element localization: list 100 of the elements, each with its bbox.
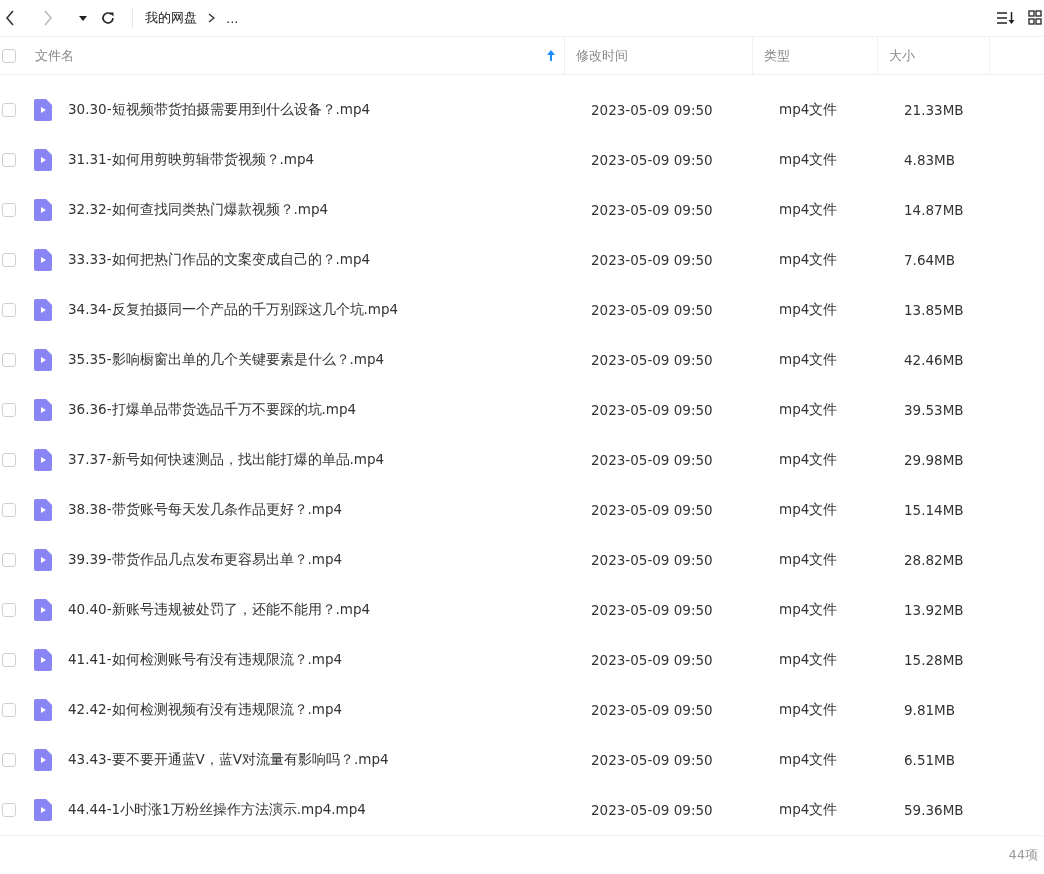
file-size: 39.53MB: [903, 402, 965, 418]
modified-time: 2023-05-09 09:50: [590, 202, 714, 218]
refresh-icon[interactable]: [100, 10, 116, 26]
video-file-icon: [34, 799, 52, 821]
row-checkbox[interactable]: [2, 403, 16, 417]
row-checkbox[interactable]: [2, 603, 16, 617]
video-file-icon: [34, 449, 52, 471]
file-size: 15.14MB: [903, 502, 965, 518]
file-name[interactable]: 37.37-新号如何快速测品，找出能打爆的单品.mp4: [68, 451, 580, 469]
video-file-icon: [34, 599, 52, 621]
modified-time: 2023-05-09 09:50: [590, 102, 714, 118]
sort-list-icon[interactable]: [996, 10, 1016, 26]
modified-time: 2023-05-09 09:50: [590, 502, 714, 518]
select-all-checkbox[interactable]: [2, 48, 16, 63]
breadcrumb-item[interactable]: 我的网盘: [145, 9, 197, 27]
modified-time: 2023-05-09 09:50: [590, 802, 714, 818]
row-checkbox[interactable]: [2, 653, 16, 667]
file-size: 4.83MB: [903, 152, 956, 168]
file-size: 42.46MB: [903, 352, 965, 368]
file-name[interactable]: 34.34-反复拍摄同一个产品的千万别踩这几个坑.mp4: [68, 301, 580, 319]
modified-time: 2023-05-09 09:50: [590, 402, 714, 418]
file-name[interactable]: 38.38-带货账号每天发几条作品更好？.mp4: [68, 501, 580, 519]
video-file-icon: [34, 549, 52, 571]
row-checkbox[interactable]: [2, 753, 16, 767]
column-header[interactable]: 类型: [764, 46, 790, 65]
file-name[interactable]: 36.36-打爆单品带货选品千万不要踩的坑.mp4: [68, 401, 580, 419]
row-checkbox[interactable]: [2, 103, 16, 117]
row-checkbox[interactable]: [2, 453, 16, 467]
file-type: mp4文件: [778, 351, 839, 369]
file-size: 7.64MB: [903, 252, 956, 268]
grid-view-icon[interactable]: [1028, 10, 1042, 26]
modified-time: 2023-05-09 09:50: [590, 552, 714, 568]
row-checkbox[interactable]: [2, 253, 16, 267]
chevron-icon: [208, 13, 215, 23]
video-file-icon: [34, 749, 52, 771]
video-file-icon: [34, 99, 52, 121]
file-size: 13.92MB: [903, 602, 965, 618]
row-checkbox[interactable]: [2, 303, 16, 317]
file-name[interactable]: 42.42-如何检测视频有没有违规限流？.mp4: [68, 701, 580, 719]
modified-time: 2023-05-09 09:50: [590, 602, 714, 618]
file-type: mp4文件: [778, 301, 839, 319]
file-size: 21.33MB: [903, 102, 965, 118]
file-name[interactable]: 35.35-影响橱窗出单的几个关键要素是什么？.mp4: [68, 351, 580, 369]
file-type: mp4文件: [778, 451, 839, 469]
column-header[interactable]: 大小: [889, 46, 915, 65]
file-size: 6.51MB: [903, 752, 956, 768]
file-type: mp4文件: [778, 601, 839, 619]
video-file-icon: [34, 399, 52, 421]
modified-time: 2023-05-09 09:50: [590, 252, 714, 268]
column-header[interactable]: 修改时间: [576, 46, 628, 65]
file-name[interactable]: 33.33-如何把热门作品的文案变成自己的？.mp4: [68, 251, 580, 269]
video-file-icon: [34, 349, 52, 371]
video-file-icon: [34, 299, 52, 321]
file-type: mp4文件: [778, 151, 839, 169]
back-icon[interactable]: [5, 10, 15, 26]
dropdown-icon[interactable]: [79, 15, 87, 21]
modified-time: 2023-05-09 09:50: [590, 352, 714, 368]
file-type: mp4文件: [778, 201, 839, 219]
file-size: 9.81MB: [903, 702, 956, 718]
file-name[interactable]: 41.41-如何检测账号有没有违规限流？.mp4: [68, 651, 580, 669]
file-size: 15.28MB: [903, 652, 965, 668]
file-size: 28.82MB: [903, 552, 965, 568]
file-type: mp4文件: [778, 501, 839, 519]
modified-time: 2023-05-09 09:50: [590, 302, 714, 318]
file-name[interactable]: 43.43-要不要开通蓝V，蓝V对流量有影响吗？.mp4: [68, 751, 580, 769]
file-type: mp4文件: [778, 251, 839, 269]
modified-time: 2023-05-09 09:50: [590, 452, 714, 468]
row-checkbox[interactable]: [2, 703, 16, 717]
file-name[interactable]: 39.39-带货作品几点发布更容易出单？.mp4: [68, 551, 580, 569]
row-checkbox[interactable]: [2, 353, 16, 367]
file-size: 59.36MB: [903, 802, 965, 818]
file-size: 29.98MB: [903, 452, 965, 468]
video-file-icon: [34, 649, 52, 671]
modified-time: 2023-05-09 09:50: [590, 752, 714, 768]
row-checkbox[interactable]: [2, 203, 16, 217]
file-type: mp4文件: [778, 551, 839, 569]
file-size: 13.85MB: [903, 302, 965, 318]
row-checkbox[interactable]: [2, 553, 16, 567]
video-file-icon: [34, 249, 52, 271]
file-name[interactable]: 30.30-短视频带货拍摄需要用到什么设备？.mp4: [68, 101, 580, 119]
item-count: 44项: [1008, 846, 1038, 864]
modified-time: 2023-05-09 09:50: [590, 652, 714, 668]
forward-icon[interactable]: [43, 10, 53, 26]
column-header[interactable]: 文件名: [35, 46, 74, 65]
breadcrumb-item[interactable]: ...: [226, 10, 239, 26]
row-checkbox[interactable]: [2, 803, 16, 817]
file-type: mp4文件: [778, 801, 839, 819]
row-checkbox[interactable]: [2, 503, 16, 517]
video-file-icon: [34, 499, 52, 521]
file-name[interactable]: 31.31-如何用剪映剪辑带货视频？.mp4: [68, 151, 580, 169]
modified-time: 2023-05-09 09:50: [590, 152, 714, 168]
video-file-icon: [34, 199, 52, 221]
modified-time: 2023-05-09 09:50: [590, 702, 714, 718]
file-name[interactable]: 40.40-新账号违规被处罚了，还能不能用？.mp4: [68, 601, 580, 619]
file-name[interactable]: 44.44-1小时涨1万粉丝操作方法演示.mp4.mp4: [68, 801, 580, 819]
video-file-icon: [34, 699, 52, 721]
file-type: mp4文件: [778, 751, 839, 769]
row-checkbox[interactable]: [2, 153, 16, 167]
file-name[interactable]: 32.32-如何查找同类热门爆款视频？.mp4: [68, 201, 580, 219]
file-type: mp4文件: [778, 701, 839, 719]
